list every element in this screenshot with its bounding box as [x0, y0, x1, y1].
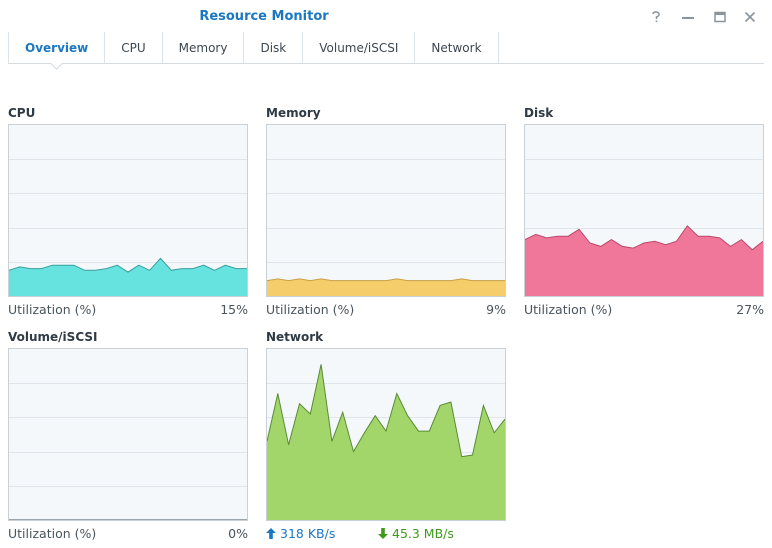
network-panel-title: Network — [266, 330, 324, 344]
network-panel: Network 318 KB/s 45.3 MB/s — [266, 330, 506, 541]
resource-monitor-window: Resource Monitor Overview CPU Memory Dis… — [0, 0, 772, 548]
tab-network[interactable]: Network — [415, 32, 499, 63]
window-title: Resource Monitor — [199, 9, 329, 24]
volume-utilization-label: Utilization (%) — [8, 526, 97, 541]
volume-chart — [8, 348, 248, 521]
tab-disk[interactable]: Disk — [244, 32, 304, 63]
maximize-icon[interactable] — [709, 6, 731, 28]
tab-cpu[interactable]: CPU — [105, 32, 163, 63]
tab-bar: Overview CPU Memory Disk Volume/iSCSI Ne… — [8, 32, 764, 64]
arrow-up-icon — [266, 528, 276, 539]
disk-panel-title: Disk — [524, 106, 554, 120]
close-icon[interactable] — [739, 6, 761, 28]
cpu-series-area — [9, 258, 247, 296]
memory-chart — [266, 124, 506, 297]
network-chart — [266, 348, 506, 521]
minimize-icon[interactable] — [677, 6, 699, 28]
disk-panel: Disk Utilization (%) 27% — [524, 106, 764, 317]
disk-footer: Utilization (%) 27% — [524, 302, 764, 317]
volume-panel-title: Volume/iSCSI — [8, 330, 98, 344]
disk-utilization-value: 27% — [736, 302, 764, 317]
cpu-footer: Utilization (%) 15% — [8, 302, 248, 317]
volume-utilization-value: 0% — [228, 526, 248, 541]
help-icon[interactable] — [645, 6, 667, 28]
network-download-value: 45.3 MB/s — [392, 526, 454, 541]
volume-chart-svg — [9, 383, 247, 520]
network-upload-value: 318 KB/s — [280, 526, 336, 541]
network-footer: 318 KB/s 45.3 MB/s — [266, 526, 506, 541]
disk-utilization-label: Utilization (%) — [524, 302, 613, 317]
tab-memory[interactable]: Memory — [163, 32, 245, 63]
cpu-panel: CPU Utilization (%) 15% — [8, 106, 248, 317]
cpu-chart-svg — [9, 159, 247, 296]
cpu-panel-title: CPU — [8, 106, 36, 120]
network-series-area — [267, 364, 505, 520]
cpu-utilization-label: Utilization (%) — [8, 302, 97, 317]
memory-utilization-label: Utilization (%) — [266, 302, 355, 317]
title-bar[interactable]: Resource Monitor — [0, 0, 772, 34]
network-upload: 318 KB/s — [266, 526, 378, 541]
memory-footer: Utilization (%) 9% — [266, 302, 506, 317]
memory-chart-svg — [267, 159, 505, 296]
disk-chart — [524, 124, 764, 297]
network-chart-svg — [267, 364, 505, 520]
tab-overview[interactable]: Overview — [8, 32, 106, 63]
network-download: 45.3 MB/s — [378, 526, 454, 541]
volume-panel: Volume/iSCSI Utilization (%) 0% — [8, 330, 248, 541]
disk-chart-svg — [525, 159, 763, 296]
arrow-down-icon — [378, 528, 388, 539]
memory-panel-title: Memory — [266, 106, 321, 120]
memory-panel: Memory Utilization (%) 9% — [266, 106, 506, 317]
cpu-chart — [8, 124, 248, 297]
cpu-utilization-value: 15% — [220, 302, 248, 317]
memory-series-area — [267, 278, 505, 296]
volume-footer: Utilization (%) 0% — [8, 526, 248, 541]
tab-volume-iscsi[interactable]: Volume/iSCSI — [303, 32, 416, 63]
memory-utilization-value: 9% — [486, 302, 506, 317]
